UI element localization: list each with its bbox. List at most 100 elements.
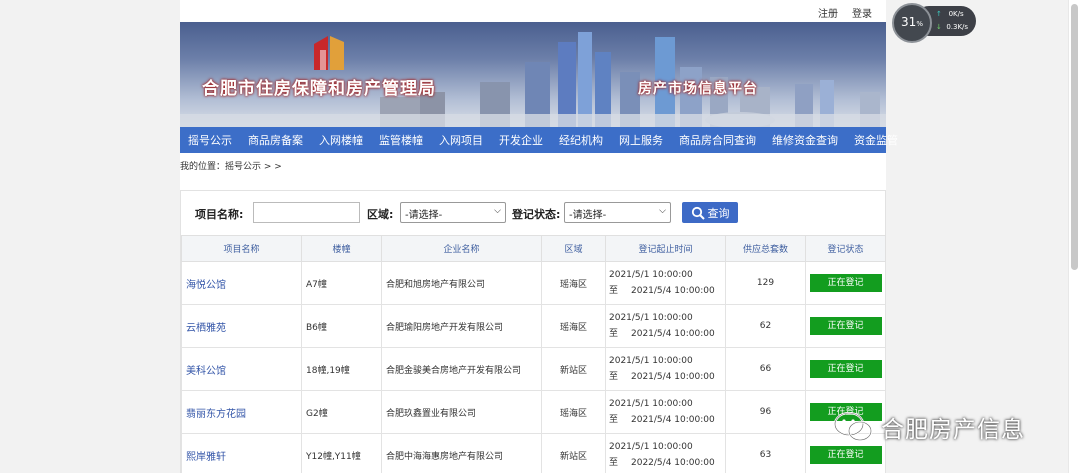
period-cell: 2021/5/1 10:00:00 至 2021/5/4 10:00:00 xyxy=(605,304,726,348)
project-link[interactable]: 海悦公馆 xyxy=(181,261,302,305)
period-end: 2022/5/4 10:00:00 xyxy=(631,458,715,468)
units-cell: 62 xyxy=(725,304,806,348)
top-bar: 注册 登录 xyxy=(180,0,886,22)
nav-item-supervised-buildings[interactable]: 监管楼幢 xyxy=(371,132,431,148)
nav-item-online-services[interactable]: 网上服务 xyxy=(611,132,671,148)
period-start: 2021/5/1 10:00:00 xyxy=(609,270,693,280)
project-link[interactable]: 美科公馆 xyxy=(181,347,302,391)
region-cell: 瑶海区 xyxy=(541,304,606,348)
region-label: 区域: xyxy=(367,208,394,221)
nav-item-contract-query[interactable]: 商品房合同查询 xyxy=(671,132,764,148)
status-button[interactable]: 正在登记 xyxy=(809,317,882,335)
header-region[interactable]: 区域 xyxy=(541,235,606,262)
project-link[interactable]: 熙岸雅轩 xyxy=(181,433,302,473)
arrow-down-icon: ↓ xyxy=(936,23,942,31)
building-cell: Y12幢,Y11幢 xyxy=(301,433,382,473)
nav-item-developers[interactable]: 开发企业 xyxy=(491,132,551,148)
header-units[interactable]: 供应总套数 xyxy=(725,235,806,262)
nav-item-network-projects[interactable]: 入网项目 xyxy=(431,132,491,148)
region-cell: 新站区 xyxy=(541,347,606,391)
status-select-value: -请选择- xyxy=(569,210,607,221)
units-cell: 63 xyxy=(725,433,806,473)
table-row: 云栖雅苑 B6幢 合肥瑜阳房地产开发有限公司 瑶海区 2021/5/1 10:0… xyxy=(181,304,886,348)
header-project[interactable]: 项目名称 xyxy=(181,235,302,262)
lottery-panel: 项目名称: 区域: -请选择- ⌵ 登记状态: -请选择- ⌵ 查询 项目名称 … xyxy=(180,190,886,473)
nav-item-lottery[interactable]: 摇号公示 xyxy=(180,132,240,148)
units-cell: 129 xyxy=(725,261,806,305)
header-status[interactable]: 登记状态 xyxy=(805,235,886,262)
nav-item-agencies[interactable]: 经纪机构 xyxy=(551,132,611,148)
header-banner: 合肥市住房保障和房产管理局 房产市场信息平台 xyxy=(180,22,886,127)
header-company[interactable]: 企业名称 xyxy=(381,235,542,262)
register-link[interactable]: 注册 xyxy=(818,5,838,20)
watermark-text: 合肥房产信息 xyxy=(881,417,1025,443)
region-cell: 瑶海区 xyxy=(541,390,606,434)
status-button[interactable]: 正在登记 xyxy=(809,446,882,464)
header-period[interactable]: 登记起止时间 xyxy=(605,235,726,262)
building-cell: 18幢,19幢 xyxy=(301,347,382,391)
project-link[interactable]: 云栖雅苑 xyxy=(181,304,302,348)
nav-item-filing[interactable]: 商品房备案 xyxy=(240,132,311,148)
units-cell: 66 xyxy=(725,347,806,391)
cpu-usage-gauge: 31% xyxy=(892,3,932,43)
period-end-line: 至 2022/5/4 10:00:00 xyxy=(609,455,725,471)
region-select[interactable]: -请选择- ⌵ xyxy=(400,202,506,223)
login-link[interactable]: 登录 xyxy=(852,5,872,20)
table-header-row: 项目名称 楼幢 企业名称 区域 登记起止时间 供应总套数 登记状态 xyxy=(181,235,886,262)
period-start: 2021/5/1 10:00:00 xyxy=(609,399,693,409)
period-to: 至 xyxy=(609,372,619,382)
period-end: 2021/5/4 10:00:00 xyxy=(631,329,715,339)
project-link[interactable]: 翡丽东方花园 xyxy=(181,390,302,434)
cpu-usage-value: 31 xyxy=(901,15,917,29)
period-start: 2021/5/1 10:00:00 xyxy=(609,442,693,452)
status-cell: 正在登记 xyxy=(805,347,886,391)
region-select-value: -请选择- xyxy=(405,210,443,221)
upload-speed-unit: K/s xyxy=(953,10,964,18)
period-end: 2021/5/4 10:00:00 xyxy=(631,415,715,425)
search-button[interactable]: 查询 xyxy=(682,202,738,223)
building-cell: A7幢 xyxy=(301,261,382,305)
company-cell: 合肥和旭房地产有限公司 xyxy=(381,261,542,305)
search-button-label: 查询 xyxy=(707,206,730,220)
table-row: 熙岸雅轩 Y12幢,Y11幢 合肥中海海惠房地产有限公司 新站区 2021/5/… xyxy=(181,433,886,473)
period-end: 2021/5/4 10:00:00 xyxy=(631,286,715,296)
search-bar: 项目名称: 区域: -请选择- ⌵ 登记状态: -请选择- ⌵ 查询 xyxy=(181,191,885,235)
period-cell: 2021/5/1 10:00:00 至 2022/5/4 10:00:00 xyxy=(605,433,726,473)
region-cell: 新站区 xyxy=(541,433,606,473)
status-label: 登记状态: xyxy=(512,208,561,221)
status-button[interactable]: 正在登记 xyxy=(809,360,882,378)
lottery-table: 项目名称 楼幢 企业名称 区域 登记起止时间 供应总套数 登记状态 海悦公馆 A… xyxy=(181,235,886,473)
status-cell: 正在登记 xyxy=(805,304,886,348)
period-to: 至 xyxy=(609,458,619,468)
header-building[interactable]: 楼幢 xyxy=(301,235,382,262)
period-end-line: 至 2021/5/4 10:00:00 xyxy=(609,283,725,299)
period-to: 至 xyxy=(609,329,619,339)
scrollbar-thumb[interactable] xyxy=(1071,4,1078,270)
nav-item-maintenance-fund[interactable]: 维修资金查询 xyxy=(764,132,846,148)
nav-item-fund-supervision[interactable]: 资金监管 xyxy=(846,132,906,148)
status-button[interactable]: 正在登记 xyxy=(809,274,882,292)
period-to: 至 xyxy=(609,415,619,425)
nav-item-network-buildings[interactable]: 入网楼幢 xyxy=(311,132,371,148)
page-scrollbar[interactable] xyxy=(1068,0,1080,473)
project-name-input[interactable] xyxy=(253,202,360,223)
table-row: 海悦公馆 A7幢 合肥和旭房地产有限公司 瑶海区 2021/5/1 10:00:… xyxy=(181,261,886,305)
company-cell: 合肥中海海惠房地产有限公司 xyxy=(381,433,542,473)
status-cell: 正在登记 xyxy=(805,261,886,305)
search-icon xyxy=(691,206,705,220)
table-row: 美科公馆 18幢,19幢 合肥金骏美合房地产开发有限公司 新站区 2021/5/… xyxy=(181,347,886,391)
bureau-title: 合肥市住房保障和房产管理局 xyxy=(202,79,436,99)
period-end-line: 至 2021/5/4 10:00:00 xyxy=(609,369,725,385)
platform-title: 房产市场信息平台 xyxy=(638,81,758,97)
building-cell: B6幢 xyxy=(301,304,382,348)
main-nav: 摇号公示 商品房备案 入网楼幢 监管楼幢 入网项目 开发企业 经纪机构 网上服务… xyxy=(180,127,898,153)
download-speed-value: 0.3 xyxy=(946,23,958,31)
upload-speed: ↑ 0K/s xyxy=(936,10,972,18)
network-speed-widget[interactable]: 31% ↑ 0K/s ↓ 0.3 K/s xyxy=(892,3,976,43)
period-cell: 2021/5/1 10:00:00 至 2021/5/4 10:00:00 xyxy=(605,261,726,305)
project-name-label: 项目名称: xyxy=(195,208,244,221)
breadcrumb: 我的位置：摇号公示 > > xyxy=(180,162,282,172)
company-cell: 合肥玖鑫置业有限公司 xyxy=(381,390,542,434)
status-select[interactable]: -请选择- ⌵ xyxy=(564,202,671,223)
wechat-icon xyxy=(833,411,873,442)
